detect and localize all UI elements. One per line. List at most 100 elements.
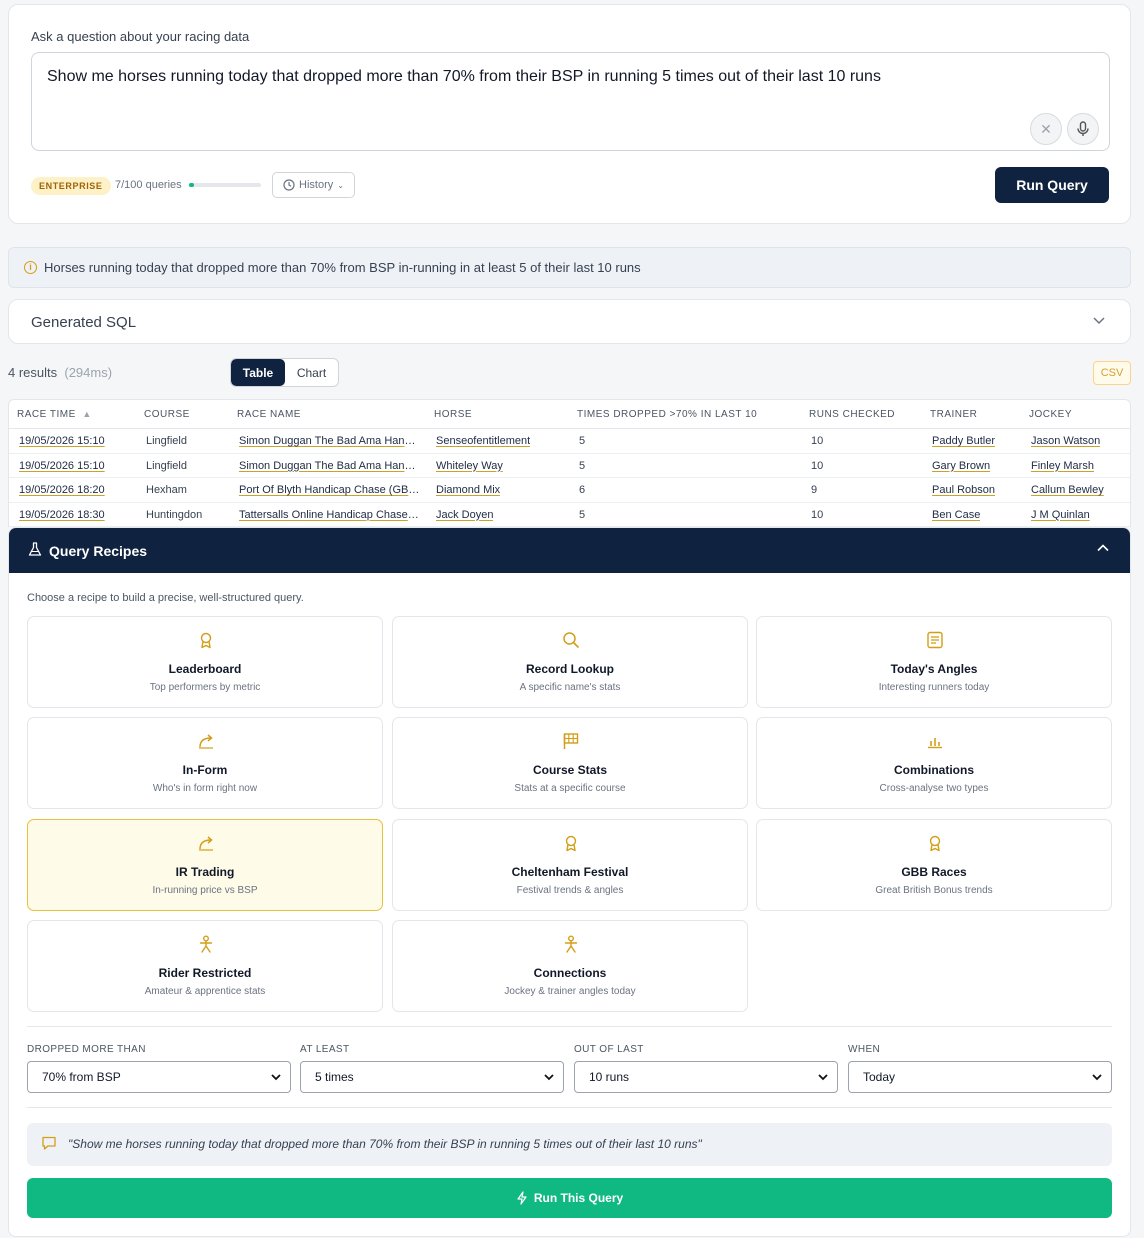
cell-jockey[interactable]: J M Quinlan xyxy=(1031,509,1090,521)
history-button[interactable]: History ⌄ xyxy=(272,172,355,198)
recipe-title: IR Trading xyxy=(175,865,235,879)
cell-course: Hexham xyxy=(146,484,187,496)
column-header-times-dropped[interactable]: TIMES DROPPED >70% IN LAST 10 xyxy=(577,409,757,420)
cell-race-name[interactable]: Simon Duggan The Bad Ama Handicap xyxy=(239,435,421,447)
microphone-icon xyxy=(1077,121,1089,136)
recipe-card-course-stats[interactable]: Course Stats Stats at a specific course xyxy=(392,717,748,809)
csv-export-button[interactable]: CSV xyxy=(1093,361,1131,385)
query-text[interactable]: Show me horses running today that droppe… xyxy=(47,68,881,86)
interpretation-banner: i Horses running today that dropped more… xyxy=(8,247,1131,288)
chevron-down-icon xyxy=(1093,317,1105,325)
tab-chart[interactable]: Chart xyxy=(285,359,338,386)
generated-sql-accordion[interactable]: Generated SQL xyxy=(8,299,1131,344)
cell-runs-checked: 10 xyxy=(811,459,824,472)
run-this-query-label: Run This Query xyxy=(533,1191,624,1205)
microphone-button[interactable] xyxy=(1067,113,1099,145)
out-of-last-label: OUT OF LAST xyxy=(574,1044,644,1055)
recipe-card-connections[interactable]: Connections Jockey & trainer angles today xyxy=(392,920,748,1012)
dropped-more-than-select[interactable]: 70% from BSP xyxy=(27,1061,291,1093)
cell-horse[interactable]: Whiteley Way xyxy=(436,460,503,472)
recipe-card-in-form[interactable]: In-Form Who's in form right now xyxy=(27,717,383,809)
tab-table[interactable]: Table xyxy=(231,359,285,386)
chevron-up-icon[interactable] xyxy=(1096,541,1110,555)
run-query-button[interactable]: Run Query xyxy=(995,167,1109,203)
chevron-down-icon xyxy=(818,1074,828,1081)
column-header-race-time[interactable]: RACE TIME ▲ xyxy=(17,409,92,420)
cell-race-time[interactable]: 19/05/2026 18:20 xyxy=(19,484,105,496)
recipe-card-cheltenham-festival[interactable]: Cheltenham Festival Festival trends & ang… xyxy=(392,819,748,911)
cell-course: Lingfield xyxy=(146,459,187,472)
recipe-title: GBB Races xyxy=(901,865,967,879)
award-icon xyxy=(562,834,580,852)
recipe-card-gbb-races[interactable]: GBB Races Great British Bonus trends xyxy=(756,819,1112,911)
column-header-jockey[interactable]: JOCKEY xyxy=(1029,409,1072,420)
flag-icon xyxy=(562,732,580,750)
cell-course: Huntingdon xyxy=(146,508,203,521)
award-icon xyxy=(926,834,944,852)
column-header-runs-checked[interactable]: RUNS CHECKED xyxy=(809,409,895,420)
recipe-title: Connections xyxy=(533,966,607,980)
search-icon xyxy=(562,631,580,649)
cell-trainer[interactable]: Ben Case xyxy=(932,509,980,521)
recipe-card-today-s-angles[interactable]: Today's Angles Interesting runners today xyxy=(756,616,1112,708)
chevron-down-icon xyxy=(544,1074,554,1081)
person-icon xyxy=(562,935,580,953)
cell-race-time[interactable]: 19/05/2026 18:30 xyxy=(19,509,105,521)
results-table: RACE TIME ▲ COURSE RACE NAME HORSE TIMES… xyxy=(8,399,1131,527)
cell-race-name[interactable]: Tattersalls Online Handicap Chase (GBB R… xyxy=(239,509,421,521)
table-row: 19/05/2026 15:10 Lingfield Simon Duggan Th… xyxy=(9,429,1130,454)
cell-trainer[interactable]: Gary Brown xyxy=(932,460,990,472)
recipe-subtitle: Jockey & trainer angles today xyxy=(504,986,636,997)
column-header-race-name[interactable]: RACE NAME xyxy=(237,409,301,420)
divider xyxy=(27,1107,1112,1108)
cell-jockey[interactable]: Jason Watson xyxy=(1031,435,1100,447)
clear-button[interactable]: ✕ xyxy=(1030,113,1062,145)
chat-bubble-icon xyxy=(42,1136,56,1150)
recipes-header[interactable]: Query Recipes xyxy=(9,528,1130,573)
cell-race-time[interactable]: 19/05/2026 15:10 xyxy=(19,460,105,472)
info-icon: i xyxy=(24,261,37,274)
column-header-horse[interactable]: HORSE xyxy=(434,409,472,420)
cell-jockey[interactable]: Finley Marsh xyxy=(1031,460,1094,472)
out-of-last-select[interactable]: 10 runs xyxy=(574,1061,838,1093)
cell-runs-checked: 9 xyxy=(811,484,818,496)
column-header-course[interactable]: COURSE xyxy=(144,409,190,420)
query-input[interactable]: Show me horses running today that droppe… xyxy=(31,52,1110,151)
at-least-select[interactable]: 5 times xyxy=(300,1061,564,1093)
clock-icon xyxy=(283,179,295,191)
cell-jockey[interactable]: Callum Bewley xyxy=(1031,484,1104,496)
cell-race-name[interactable]: Simon Duggan The Bad Ama Handicap xyxy=(239,460,421,472)
cell-race-name[interactable]: Port Of Blyth Handicap Chase (GBB Race) xyxy=(239,484,421,496)
cell-course: Lingfield xyxy=(146,435,187,447)
recipe-subtitle: Who's in form right now xyxy=(152,783,258,794)
dropped-more-than-label: DROPPED MORE THAN xyxy=(27,1044,146,1055)
flask-icon xyxy=(28,542,42,556)
generated-sql-title: Generated SQL xyxy=(31,314,137,331)
cell-horse[interactable]: Senseofentitlement xyxy=(436,435,530,447)
lightning-icon xyxy=(517,1191,527,1205)
cell-horse[interactable]: Jack Doyen xyxy=(436,509,493,521)
cell-trainer[interactable]: Paddy Butler xyxy=(932,435,995,447)
recipe-card-combinations[interactable]: Combinations Cross-analyse two types xyxy=(756,717,1112,809)
recipe-card-rider-restricted[interactable]: Rider Restricted Amateur & apprentice sta… xyxy=(27,920,383,1012)
recipe-card-leaderboard[interactable]: Leaderboard Top performers by metric xyxy=(27,616,383,708)
table-row: 19/05/2026 15:10 Lingfield Simon Duggan Th… xyxy=(9,454,1130,478)
recipe-subtitle: Cross-analyse two types xyxy=(879,783,989,794)
recipe-card-record-lookup[interactable]: Record Lookup A specific name's stats xyxy=(392,616,748,708)
column-header-trainer[interactable]: TRAINER xyxy=(930,409,977,420)
when-select[interactable]: Today xyxy=(848,1061,1112,1093)
recipe-title: Leaderboard xyxy=(168,662,242,676)
recipe-title: Record Lookup xyxy=(525,662,614,676)
cell-horse[interactable]: Diamond Mix xyxy=(436,484,500,496)
run-this-query-button[interactable]: Run This Query xyxy=(27,1178,1112,1218)
table-header: RACE TIME ▲ COURSE RACE NAME HORSE TIMES… xyxy=(9,400,1130,429)
at-least-label: AT LEAST xyxy=(300,1044,350,1055)
cell-trainer[interactable]: Paul Robson xyxy=(932,484,995,496)
recipe-subtitle: A specific name's stats xyxy=(519,682,621,693)
cell-race-time[interactable]: 19/05/2026 15:10 xyxy=(19,435,105,447)
cell-times-dropped: 6 xyxy=(579,484,586,496)
chevron-down-icon xyxy=(271,1074,281,1081)
recipe-card-ir-trading[interactable]: IR Trading In-running price vs BSP xyxy=(27,819,383,911)
recipes-subtitle: Choose a recipe to build a precise, well… xyxy=(27,592,304,604)
view-toggle: Table Chart xyxy=(230,358,339,387)
